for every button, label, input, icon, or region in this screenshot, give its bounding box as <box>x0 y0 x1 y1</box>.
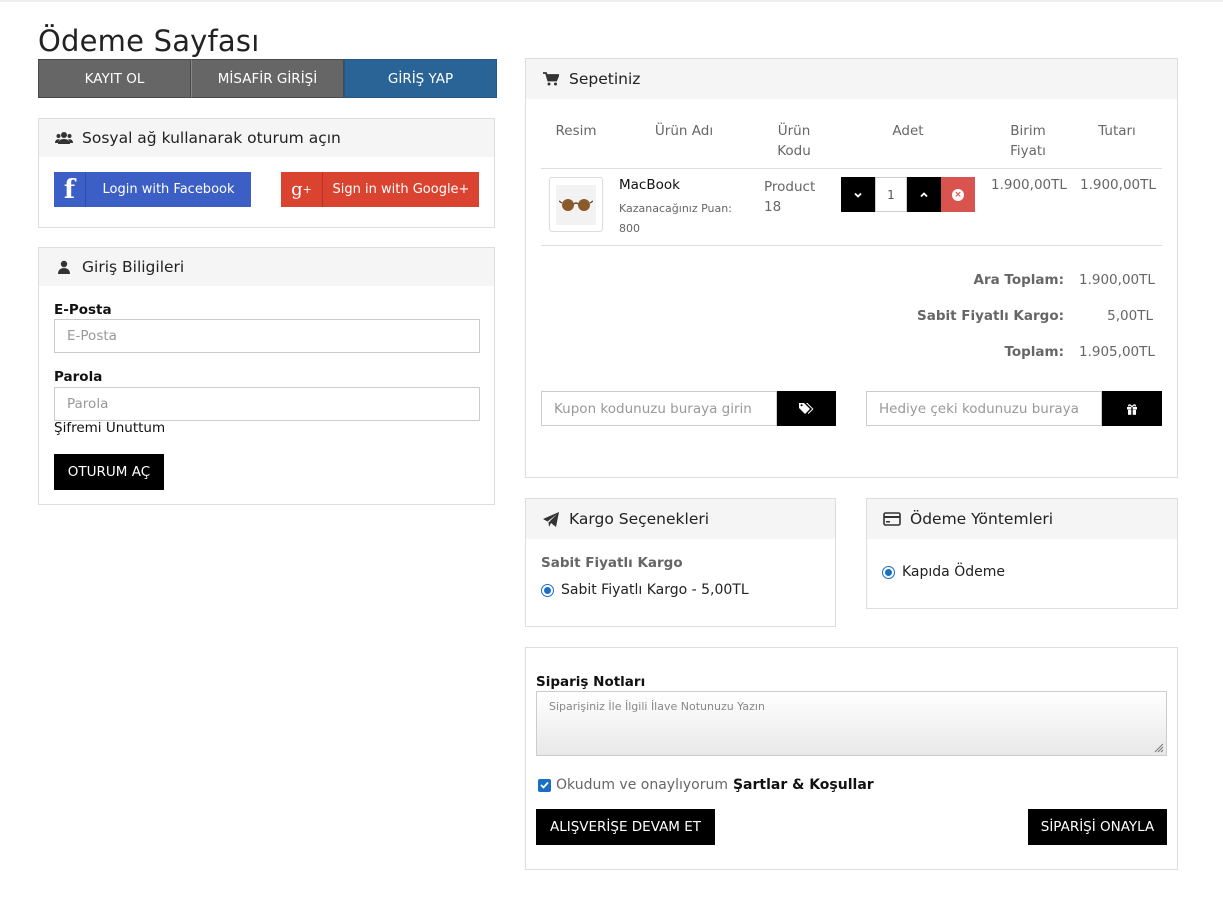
terms-link[interactable]: Şartlar & Koşullar <box>733 777 874 793</box>
subtotal-value: 1.900,00TL <box>1079 272 1155 288</box>
forgot-password-link[interactable]: Şifremi Unuttum <box>54 420 165 436</box>
tags-icon <box>798 402 813 414</box>
shipping-cost-value: 5,00TL <box>1107 308 1153 324</box>
shipping-option-flat[interactable]: Sabit Fiyatlı Kargo - 5,00TL <box>541 582 749 598</box>
resize-grip-icon[interactable] <box>1152 741 1164 753</box>
order-notes-textarea[interactable]: Siparişiniz İle İlgili İlave Notunuzu Ya… <box>536 691 1167 756</box>
payment-panel: Ödeme Yöntemleri Kapıda Ödeme <box>866 498 1178 609</box>
shipping-group-title: Sabit Fiyatlı Kargo <box>541 555 683 571</box>
divider <box>541 245 1162 246</box>
total-label: Toplam: <box>1004 344 1064 360</box>
unit-price: 1.900,00TL <box>991 177 1067 193</box>
coupon-group: Kupon kodunuzu buraya girin <box>541 391 836 426</box>
checkmark-icon <box>540 781 549 789</box>
shipping-header: Kargo Seçenekleri <box>526 499 835 539</box>
user-icon <box>54 258 74 276</box>
tab-register[interactable]: KAYIT OL <box>38 59 191 98</box>
subtotal-label: Ara Toplam: <box>973 272 1064 288</box>
shipping-panel: Kargo Seçenekleri Sabit Fiyatlı Kargo Sa… <box>525 498 836 627</box>
top-border <box>0 0 1223 2</box>
shipping-cost-label: Sabit Fiyatlı Kargo: <box>916 308 1064 324</box>
quantity-stepper: 1 × <box>841 177 975 212</box>
product-name-link[interactable]: MacBook <box>619 177 680 193</box>
google-plus-icon: g + <box>281 172 323 207</box>
product-thumbnail[interactable] <box>549 177 603 232</box>
page-title: Ödeme Sayfası <box>38 24 260 58</box>
login-header: Giriş Biligileri <box>39 248 494 286</box>
facebook-login-button[interactable]: f Login with Facebook <box>54 172 251 207</box>
remove-item-button[interactable]: × <box>941 177 975 212</box>
apply-gift-button[interactable] <box>1102 391 1162 426</box>
gift-icon <box>1127 403 1137 415</box>
close-circle-icon: × <box>952 188 964 201</box>
google-login-button[interactable]: g + Sign in with Google+ <box>281 172 479 207</box>
facebook-login-label: Login with Facebook <box>102 182 235 197</box>
quantity-decrease-button[interactable] <box>841 177 875 212</box>
credit-card-icon <box>882 510 902 528</box>
users-icon <box>54 129 74 147</box>
facebook-icon: f <box>54 172 86 207</box>
gift-voucher-group: Hediye çeki kodunuzu buraya <box>866 391 1162 426</box>
line-total: 1.900,00TL <box>1080 177 1156 193</box>
order-notes-panel: Sipariş Notları Siparişiniz İle İlgili İ… <box>525 647 1178 870</box>
gift-voucher-input[interactable]: Hediye çeki kodunuzu buraya <box>866 391 1102 426</box>
tab-guest-login[interactable]: MİSAFİR GİRİŞİ <box>191 59 344 98</box>
cart-row: MacBook Kazanacağınız Puan: 800 Product … <box>541 59 1162 249</box>
social-login-panel: Sosyal ağ kullanarak oturum açın f Login… <box>38 118 495 228</box>
paper-plane-icon <box>541 510 561 528</box>
shipping-cost-row: Sabit Fiyatlı Kargo: 5,00TL <box>917 308 1153 324</box>
tab-login[interactable]: GİRİŞ YAP <box>344 59 497 98</box>
login-button[interactable]: OTURUM AÇ <box>54 454 164 490</box>
payment-title: Ödeme Yöntemleri <box>910 510 1054 528</box>
radio-selected[interactable] <box>882 565 895 579</box>
total-row: Toplam: 1.905,00TL <box>1004 344 1155 360</box>
login-panel: Giriş Biligileri E-Posta E-Posta Parola … <box>38 247 495 505</box>
cart-panel: Sepetiniz Resim Ürün Adı Ürün Kodu Adet … <box>525 58 1178 478</box>
order-notes-placeholder: Siparişiniz İle İlgili İlave Notunuzu Ya… <box>549 700 765 713</box>
shipping-title: Kargo Seçenekleri <box>569 510 710 528</box>
email-field[interactable]: E-Posta <box>54 319 480 353</box>
social-login-header: Sosyal ağ kullanarak oturum açın <box>39 119 494 157</box>
quantity-input[interactable]: 1 <box>875 177 907 212</box>
payment-option-cod[interactable]: Kapıda Ödeme <box>882 564 1005 580</box>
login-title: Giriş Biligileri <box>82 258 185 276</box>
quantity-increase-button[interactable] <box>907 177 941 212</box>
payment-header: Ödeme Yöntemleri <box>867 499 1177 539</box>
radio-selected[interactable] <box>541 583 554 597</box>
password-field[interactable]: Parola <box>54 387 480 421</box>
chevron-down-icon <box>854 192 862 198</box>
terms-agreement: Okudum ve onaylıyorum Şartlar & Koşullar <box>538 777 874 793</box>
sunglasses-icon <box>559 198 593 211</box>
shipping-option-label: Sabit Fiyatlı Kargo - 5,00TL <box>561 582 749 598</box>
email-label: E-Posta <box>54 302 112 318</box>
product-code: Product 18 <box>764 179 816 215</box>
terms-agree-text: Okudum ve onaylıyorum <box>556 777 728 793</box>
chevron-up-icon <box>920 191 928 197</box>
order-notes-label: Sipariş Notları <box>536 674 646 690</box>
checkout-tabs: KAYIT OL MİSAFİR GİRİŞİ GİRİŞ YAP <box>38 59 497 98</box>
total-value: 1.905,00TL <box>1079 344 1155 360</box>
terms-checkbox[interactable] <box>538 778 551 792</box>
product-points: Kazanacağınız Puan: 800 <box>619 202 732 235</box>
password-label: Parola <box>54 369 103 385</box>
apply-coupon-button[interactable] <box>777 391 836 426</box>
subtotal-row: Ara Toplam: 1.900,00TL <box>973 272 1155 288</box>
confirm-order-button[interactable]: SİPARİŞİ ONAYLA <box>1028 809 1167 845</box>
coupon-input[interactable]: Kupon kodunuzu buraya girin <box>541 391 777 426</box>
social-login-title: Sosyal ağ kullanarak oturum açın <box>82 129 341 147</box>
payment-option-label: Kapıda Ödeme <box>902 564 1005 580</box>
google-login-label: Sign in with Google+ <box>332 182 470 197</box>
continue-shopping-button[interactable]: ALIŞVERİŞE DEVAM ET <box>536 809 715 845</box>
